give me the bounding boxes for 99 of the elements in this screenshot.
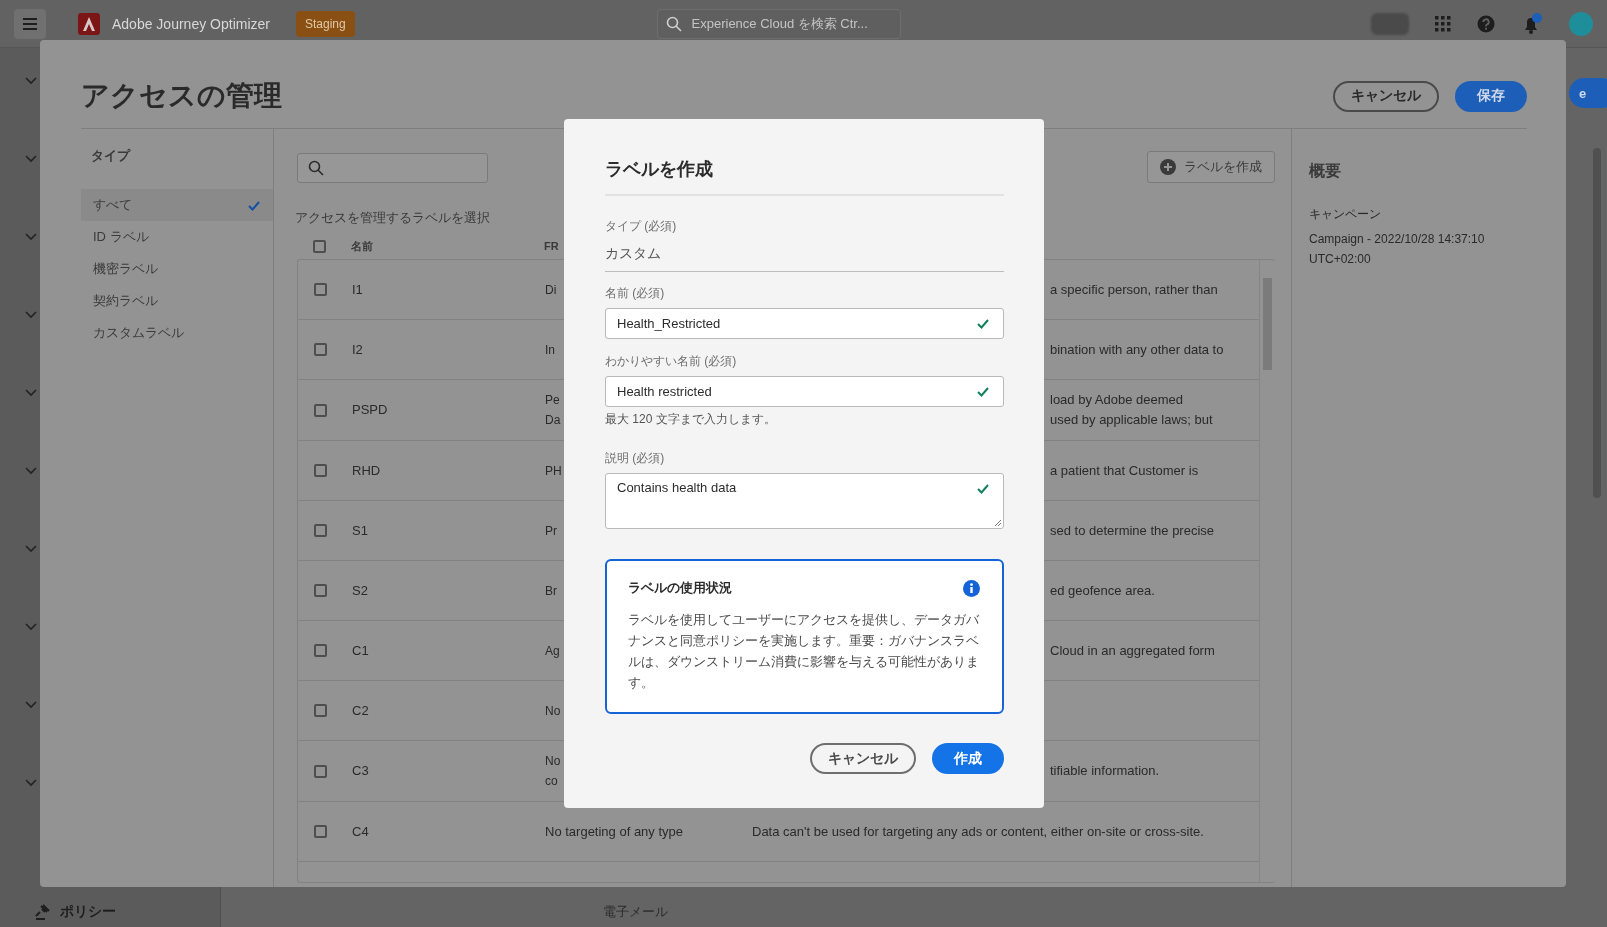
filter-item[interactable]: カスタムラベル [81,317,273,349]
table-cell: ed geofence area. [1050,582,1155,598]
chevron-icon[interactable] [25,698,37,710]
table-cell: C2 [352,702,369,718]
row-checkbox[interactable] [314,464,327,477]
table-caption: アクセスを管理するラベルを選択 [295,209,490,227]
table-cell: C4 [352,823,369,839]
row-checkbox[interactable] [314,524,327,537]
filter-item[interactable]: 契約ラベル [81,285,273,317]
notice-text: ラベルを使用してユーザーにアクセスを提供し、データガバナンスと同意ポリシーを実施します。重要：ガバナンスラベルは、ダウンストリーム消費に影響を与える可能性があります。 [628,611,980,692]
row-checkbox[interactable] [314,283,327,296]
column-header[interactable]: FR [544,240,559,252]
chevron-icon[interactable] [25,620,37,632]
column-header[interactable]: 名前 [351,239,373,252]
primary-button[interactable]: 作成 [932,743,1004,774]
chevron-icon[interactable] [25,152,37,164]
table-cell: Pe Da [545,393,561,427]
row-checkbox[interactable] [314,644,327,657]
table-cell: a patient that Customer is [1050,462,1199,478]
summary-heading: 概要 [1309,161,1342,181]
menu-icon[interactable] [14,8,46,39]
table-cell: No targeting of any type [545,823,684,839]
filter-item[interactable]: 機密ラベル [81,253,273,285]
table-cell: C3 [352,763,369,778]
scrollbar[interactable] [1259,260,1275,882]
primary-button[interactable]: 保存 [1455,80,1527,112]
select-all-checkbox[interactable] [313,239,326,253]
field-label: 説明 (必須) [605,450,666,467]
table-cell: sed to determine the precise [1050,522,1215,538]
field-label: 名前 (必須) [605,285,666,302]
help-icon[interactable] [1477,14,1495,33]
table-cell: In [545,342,555,357]
input-field[interactable]: Health restricted [605,376,1004,407]
product-name: Adobe Journey Optimizer [112,15,270,32]
table-cell: a specific person, rather than [1050,281,1218,297]
edge-button[interactable]: e [1569,78,1607,108]
table-cell: C1 [352,642,369,658]
table-cell: Ag [545,643,560,658]
table-cell: No co [545,754,561,788]
resize-grip-icon[interactable] [994,519,1002,527]
table-cell: Br [545,583,557,598]
chevron-icon[interactable] [25,308,37,320]
search-field[interactable]: Experience Cloud を検索 Ctr... [656,8,901,39]
environment-badge: Staging [295,10,355,37]
table-cell: S1 [352,522,368,538]
field-label: タイプ (必須) [605,218,678,235]
table-cell: bination with any other data to [1050,341,1224,357]
table-cell: PH [545,463,562,478]
search-icon [308,160,324,176]
search-icon [665,15,682,32]
chevron-icon[interactable] [25,386,37,398]
chevron-icon[interactable] [25,464,37,476]
filter-item[interactable]: すべて [81,189,273,221]
row-checkbox[interactable] [314,764,327,778]
gavel-icon [34,903,52,921]
row-checkbox[interactable] [314,584,327,597]
chevron-icon[interactable] [25,74,37,86]
apps-grid-icon[interactable] [1435,15,1451,32]
table-cell: Pr [545,523,557,538]
notice-title: ラベルの使用状況 [628,579,732,597]
row-checkbox[interactable] [314,825,327,838]
blurred-block [1371,12,1409,35]
row-checkbox[interactable] [314,343,327,356]
table-cell: I2 [352,341,363,357]
plus-circle-icon [1160,159,1176,175]
summary-detail: Campaign - 2022/10/28 14:37:10 UTC+02:00 [1309,231,1486,268]
table-cell: load by Adobe deemed used by applicable laws; but [1050,392,1213,427]
avatar[interactable] [1569,11,1593,36]
description-field[interactable]: Contains health data [605,473,1004,529]
chevron-icon[interactable] [25,542,37,554]
chevron-icon[interactable] [25,776,37,788]
table-cell: S2 [352,582,368,598]
search-field[interactable] [297,153,488,183]
table-cell: RHD [352,462,381,478]
row-checkbox[interactable] [314,704,327,717]
secondary-button[interactable]: キャンセル [810,743,916,774]
dialog-title: ラベルを作成 [605,157,1004,196]
create-label-button[interactable]: ラベルを作成 [1147,151,1275,183]
filter-item[interactable]: ID ラベル [81,221,273,253]
field-label: わかりやすい名前 (必須) [605,353,738,370]
table-cell: Cloud in an aggregated form [1050,642,1215,658]
type-value: カスタム [605,241,1004,272]
chevron-icon[interactable] [25,230,37,242]
info-icon [963,579,980,597]
filter-heading: タイプ [90,147,132,165]
table-cell: Di [545,282,557,297]
table-cell: Data can't be used for targeting any ads or content, either on-site or cross-site. [752,823,1204,839]
summary-type: キャンペーン [1309,206,1382,223]
row-checkbox[interactable] [314,403,327,417]
panel-title: アクセスの管理 [81,79,282,113]
help-text: 最大 120 文字まで入力します。 [605,411,777,428]
table-cell: I1 [352,281,363,297]
table-cell: PSPD [352,402,388,417]
table-cell: tifiable information. [1050,763,1160,778]
nav-item[interactable]: ポリシー [60,903,116,921]
secondary-button[interactable]: キャンセル [1333,80,1439,112]
app-logo[interactable] [78,12,100,35]
input-field[interactable]: Health_Restricted [605,308,1004,339]
table-cell: No [545,703,561,718]
